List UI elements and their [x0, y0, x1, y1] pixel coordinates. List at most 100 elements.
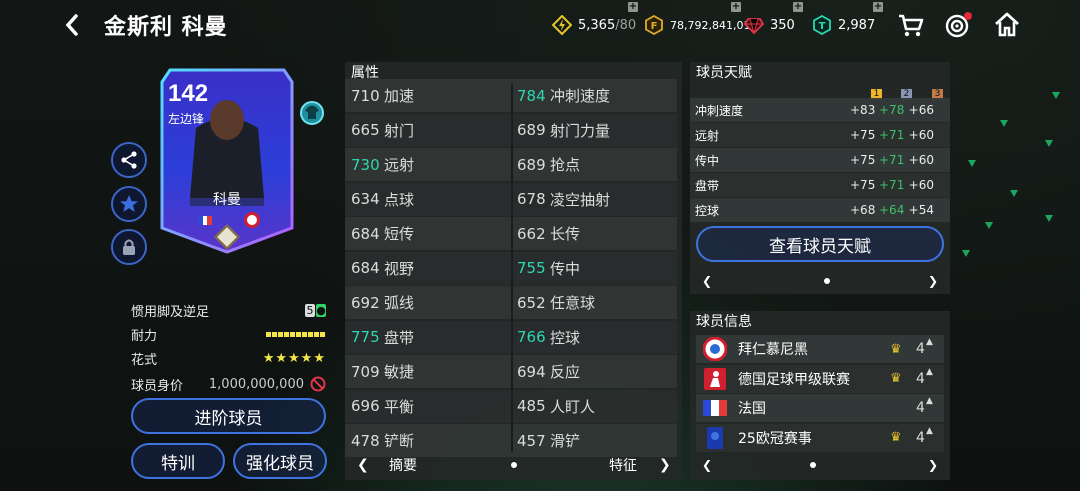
player-value-amount: 1,000,000,000 [208, 376, 304, 392]
level-up-icon: ▲ [926, 366, 933, 377]
view-talent-button[interactable]: 查看球员天赋 [696, 226, 944, 262]
token-value: 2,987 [838, 17, 876, 33]
shop-button[interactable] [897, 11, 925, 39]
back-button[interactable] [62, 10, 86, 40]
decor-marker [985, 222, 993, 229]
share-button[interactable] [111, 142, 147, 178]
favorite-button[interactable] [111, 186, 147, 222]
attribute-name: 滑铲 [550, 432, 581, 450]
talent-row: 盘带 +75 +71 +60 [690, 173, 950, 197]
preferred-foot-value: 5 ● [305, 303, 326, 317]
player-info-row[interactable]: 法国 4 ▲ [696, 394, 944, 422]
add-gem-button[interactable]: + [793, 2, 803, 12]
advance-player-button[interactable]: 进阶球员 [131, 398, 326, 434]
france-flag-icon [198, 216, 213, 225]
talent-tier3-value: +66 [908, 103, 934, 117]
attribute-name: 人盯人 [550, 397, 596, 416]
attribute-row: 696 平衡 [351, 390, 414, 423]
token-counter[interactable]: T 2,987 [812, 14, 875, 36]
missions-button[interactable] [944, 11, 972, 39]
attribute-name: 冲刺速度 [550, 87, 611, 105]
attribute-row: 755 传中 [517, 252, 580, 285]
next-page-button[interactable]: ❯ [659, 457, 671, 473]
crown-icon: ♛ [890, 430, 902, 445]
attribute-value: 730 [351, 155, 380, 174]
prev-page-button[interactable]: ❮ [357, 457, 369, 473]
player-info-row[interactable]: 25欧冠赛事 ♛ 4 ▲ [696, 423, 944, 452]
attribute-value: 755 [517, 259, 546, 277]
attribute-value: 478 [351, 431, 380, 450]
attribute-value: 689 [517, 155, 546, 174]
talent-tier3-value: +54 [908, 203, 934, 217]
attribute-value: 684 [351, 259, 380, 277]
share-icon [121, 151, 137, 169]
talent-row: 远射 +75 +71 +60 [690, 123, 950, 147]
add-energy-button[interactable]: + [628, 2, 638, 12]
talent-page-dot [824, 278, 830, 284]
attribute-value: 634 [351, 190, 380, 208]
decor-marker [1045, 140, 1053, 147]
card-player-name: 科曼 [213, 192, 241, 208]
talent-tier2-value: +64 [879, 203, 905, 217]
skill-stars: ★★★★★ [262, 350, 326, 366]
attribute-name: 传中 [550, 259, 581, 278]
lock-button[interactable] [111, 229, 147, 265]
gem-value: 350 [770, 17, 795, 33]
talent-tier2-value: +71 [879, 128, 905, 142]
talent-next-button[interactable]: ❯ [928, 274, 938, 288]
attribute-row: 652 任意球 [517, 286, 595, 319]
ucl-event-icon [702, 425, 728, 451]
talent-name: 冲刺速度 [695, 103, 744, 118]
player-card[interactable]: 142 左边锋 科曼 [160, 68, 294, 254]
info-prev-button[interactable]: ❮ [702, 458, 712, 472]
traits-tab[interactable]: 特征 [609, 455, 637, 475]
bayern-badge-icon [702, 336, 728, 362]
talent-pager: ❮ ❯ [700, 269, 940, 293]
talent-name: 控球 [695, 203, 720, 218]
attribute-row: 709 敏捷 [351, 355, 414, 388]
player-info-name: 拜仁慕尼黑 [738, 342, 808, 358]
coin-counter[interactable]: F 78,792,841,012 [644, 14, 757, 36]
energy-icon [552, 15, 572, 35]
training-button[interactable]: 特训 [131, 443, 225, 479]
home-button[interactable] [993, 11, 1021, 39]
decor-marker [968, 160, 976, 167]
gem-counter[interactable]: 350 [744, 14, 795, 36]
summary-tab[interactable]: 摘要 [389, 455, 417, 475]
attribute-row: 710 加速 [351, 79, 414, 112]
add-coin-button[interactable]: + [731, 2, 741, 12]
attribute-row: 766 控球 [517, 321, 580, 354]
enhance-player-button[interactable]: 强化球员 [233, 443, 327, 479]
player-info-row[interactable]: 德国足球甲级联赛 ♛ 4 ▲ [696, 364, 944, 393]
talent-name: 盘带 [695, 178, 720, 193]
energy-counter[interactable]: 5,365/80 [552, 14, 636, 36]
attribute-row: 665 射门 [351, 114, 414, 147]
attribute-row: 689 抢点 [517, 148, 580, 181]
talent-name: 传中 [695, 153, 720, 168]
attribute-value: 692 [351, 293, 380, 312]
talent-prev-button[interactable]: ❮ [702, 274, 712, 288]
attribute-row: 689 射门力量 [517, 114, 610, 147]
player-info-row[interactable]: 拜仁慕尼黑 ♛ 4 ▲ [696, 335, 944, 363]
add-token-button[interactable]: + [873, 2, 883, 12]
info-next-button[interactable]: ❯ [928, 458, 938, 472]
attribute-name: 铲断 [384, 432, 415, 450]
attribute-name: 任意球 [550, 294, 596, 312]
player-info-level: 4 [916, 429, 925, 446]
talent-tier2-value: +71 [879, 153, 905, 167]
attribute-name: 射门力量 [550, 121, 611, 140]
talent-tier1-value: +83 [850, 103, 876, 117]
kit-button[interactable] [300, 101, 324, 125]
level-up-icon: ▲ [926, 425, 933, 436]
attribute-row: 485 人盯人 [517, 390, 595, 423]
weak-foot-indicator: ● [316, 303, 326, 317]
star-icon [120, 195, 138, 212]
attribute-value: 689 [517, 121, 546, 139]
attribute-value: 652 [517, 293, 546, 312]
attribute-value: 709 [351, 362, 380, 381]
player-info-name: 法国 [738, 401, 766, 417]
attribute-name: 抢点 [550, 156, 581, 174]
player-info-level: 4 [916, 370, 925, 387]
attribute-row: 678 凌空抽射 [517, 183, 610, 216]
attribute-value: 678 [517, 190, 546, 208]
